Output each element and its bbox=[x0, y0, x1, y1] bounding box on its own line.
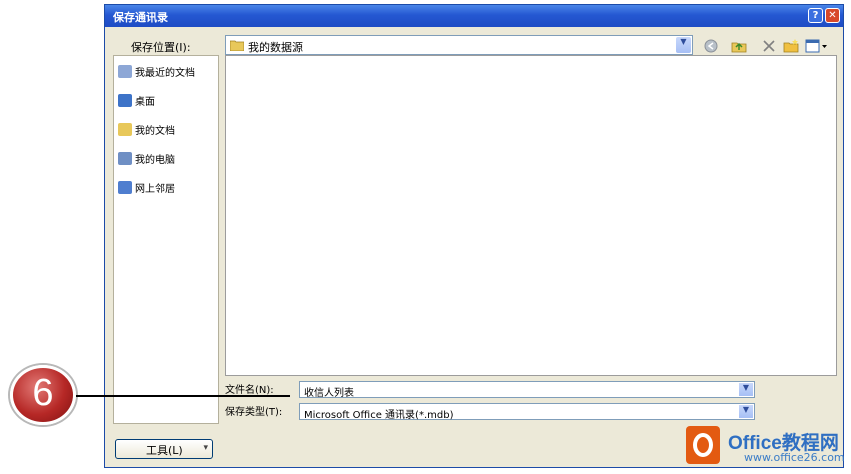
chevron-down-icon: ▾ bbox=[203, 443, 208, 453]
filename-input[interactable]: 收信人列表 ▼ bbox=[299, 381, 755, 399]
save-location-value: 我的数据源 bbox=[248, 41, 303, 54]
my-computer-icon bbox=[118, 152, 132, 165]
desktop-icon bbox=[118, 94, 132, 107]
filetype-label: 保存类型(T): bbox=[225, 407, 283, 418]
save-dialog: 保存通讯录 ? ✕ 保存位置(I): 我的数据源 ▼ 我最近的文档 桌面 我的文… bbox=[104, 4, 844, 468]
views-menu-icon[interactable] bbox=[805, 38, 827, 54]
places-item-my-computer[interactable]: 我的电脑 bbox=[118, 151, 175, 171]
office-logo-icon bbox=[686, 426, 720, 464]
new-folder-icon[interactable] bbox=[783, 38, 799, 54]
delete-icon[interactable] bbox=[761, 38, 777, 54]
filetype-value: Microsoft Office 通讯录(*.mdb) bbox=[304, 410, 454, 421]
filetype-select[interactable]: Microsoft Office 通讯录(*.mdb) ▼ bbox=[299, 403, 755, 421]
file-list[interactable] bbox=[225, 55, 837, 376]
save-location-label: 保存位置(I): bbox=[131, 41, 191, 54]
step-callout: 6 bbox=[10, 365, 76, 425]
chevron-down-icon[interactable]: ▼ bbox=[739, 383, 753, 396]
back-icon[interactable] bbox=[703, 38, 719, 54]
places-item-my-documents[interactable]: 我的文档 bbox=[118, 122, 175, 142]
filename-label: 文件名(N): bbox=[225, 385, 274, 396]
watermark: Office教程网 www.office26.com bbox=[686, 424, 846, 468]
places-item-recent[interactable]: 我最近的文档 bbox=[118, 64, 195, 84]
network-places-icon bbox=[118, 181, 132, 194]
help-button[interactable]: ? bbox=[808, 8, 823, 23]
recent-documents-icon bbox=[118, 65, 132, 78]
places-item-network[interactable]: 网上邻居 bbox=[118, 180, 175, 200]
filename-value: 收信人列表 bbox=[304, 388, 354, 399]
callout-leader-line bbox=[76, 395, 290, 397]
save-location-combo[interactable]: 我的数据源 ▼ bbox=[225, 35, 693, 55]
my-documents-icon bbox=[118, 123, 132, 136]
chevron-down-icon[interactable]: ▼ bbox=[676, 37, 691, 53]
folder-icon bbox=[230, 40, 244, 51]
dialog-title: 保存通讯录 bbox=[113, 11, 168, 24]
close-button[interactable]: ✕ bbox=[825, 8, 840, 23]
tools-button[interactable]: 工具(L) ▾ bbox=[115, 439, 213, 459]
title-bar[interactable]: 保存通讯录 ? ✕ bbox=[105, 5, 843, 27]
places-bar: 我最近的文档 桌面 我的文档 我的电脑 网上邻居 bbox=[113, 55, 219, 424]
up-folder-icon[interactable] bbox=[731, 38, 747, 54]
watermark-url: www.office26.com bbox=[744, 451, 845, 464]
step-number: 6 bbox=[32, 372, 54, 414]
places-item-desktop[interactable]: 桌面 bbox=[118, 93, 155, 113]
tools-label: 工具(L) bbox=[146, 444, 183, 457]
chevron-down-icon[interactable]: ▼ bbox=[739, 405, 753, 418]
